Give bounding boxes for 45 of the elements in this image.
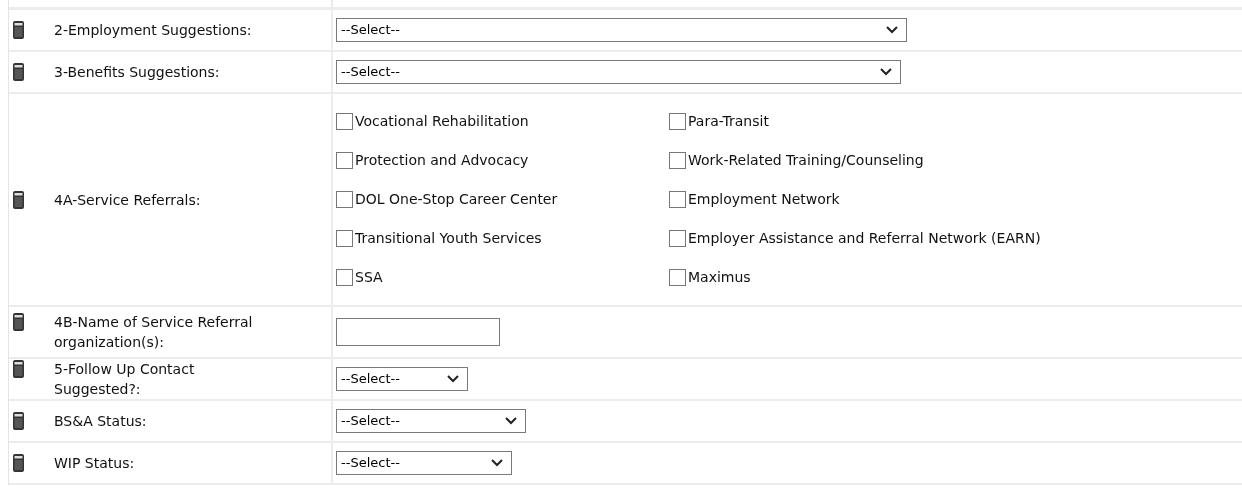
caret-icon (886, 26, 898, 34)
calculator-icon (13, 313, 24, 331)
select-dropdown[interactable]: --Select-- (336, 451, 512, 475)
calculator-icon (13, 454, 24, 472)
checkbox[interactable] (669, 191, 686, 208)
checkbox-label: Transitional Youth Services (355, 229, 542, 248)
calculator-icon (13, 412, 24, 430)
checkbox-label: Vocational Rehabilitation (355, 112, 529, 131)
checkbox[interactable] (669, 152, 686, 169)
field-label: 2-Employment Suggestions: (54, 21, 252, 40)
checkbox[interactable] (336, 113, 353, 130)
checkbox[interactable] (669, 113, 686, 130)
checkbox-label: Maximus (688, 268, 751, 287)
field-label: 5-Follow Up Contact Suggested?: (54, 360, 196, 399)
checkbox-label: Work-Related Training/Counseling (688, 151, 924, 170)
caret-icon (447, 375, 459, 383)
field-label: 4A-Service Referrals: (54, 190, 201, 210)
select-dropdown[interactable]: --Select-- (336, 18, 907, 42)
checkbox-label: Employer Assistance and Referral Network (EARN) (688, 229, 1041, 248)
caret-icon (505, 417, 517, 425)
field-label: 3-Benefits Suggestions: (54, 63, 220, 82)
checkbox-label: SSA (355, 268, 383, 287)
checkbox[interactable] (336, 152, 353, 169)
field-label: BS&A Status: (54, 412, 147, 431)
checkbox-label: Employment Network (688, 190, 840, 209)
field-label: 4B-Name of Service Referral organization(s): (54, 313, 254, 352)
calculator-icon (13, 63, 24, 81)
checkbox-label: Protection and Advocacy (355, 151, 529, 170)
calculator-icon (13, 190, 24, 209)
caret-icon (491, 459, 503, 467)
checkbox[interactable] (336, 269, 353, 286)
checkbox[interactable] (336, 230, 353, 247)
checkbox[interactable] (669, 230, 686, 247)
calculator-icon (13, 360, 24, 378)
field-label: WIP Status: (54, 454, 135, 473)
select-dropdown[interactable]: --Select-- (336, 409, 526, 433)
checkbox-label: Para-Transit (688, 112, 769, 131)
checkbox-label: DOL One-Stop Career Center (355, 190, 558, 209)
checkbox[interactable] (669, 269, 686, 286)
select-dropdown[interactable]: --Select-- (336, 60, 901, 84)
checkbox[interactable] (336, 191, 353, 208)
calculator-icon (13, 21, 24, 39)
input-field[interactable] (336, 318, 500, 346)
caret-icon (880, 68, 892, 76)
select-dropdown[interactable]: --Select-- (336, 367, 468, 391)
